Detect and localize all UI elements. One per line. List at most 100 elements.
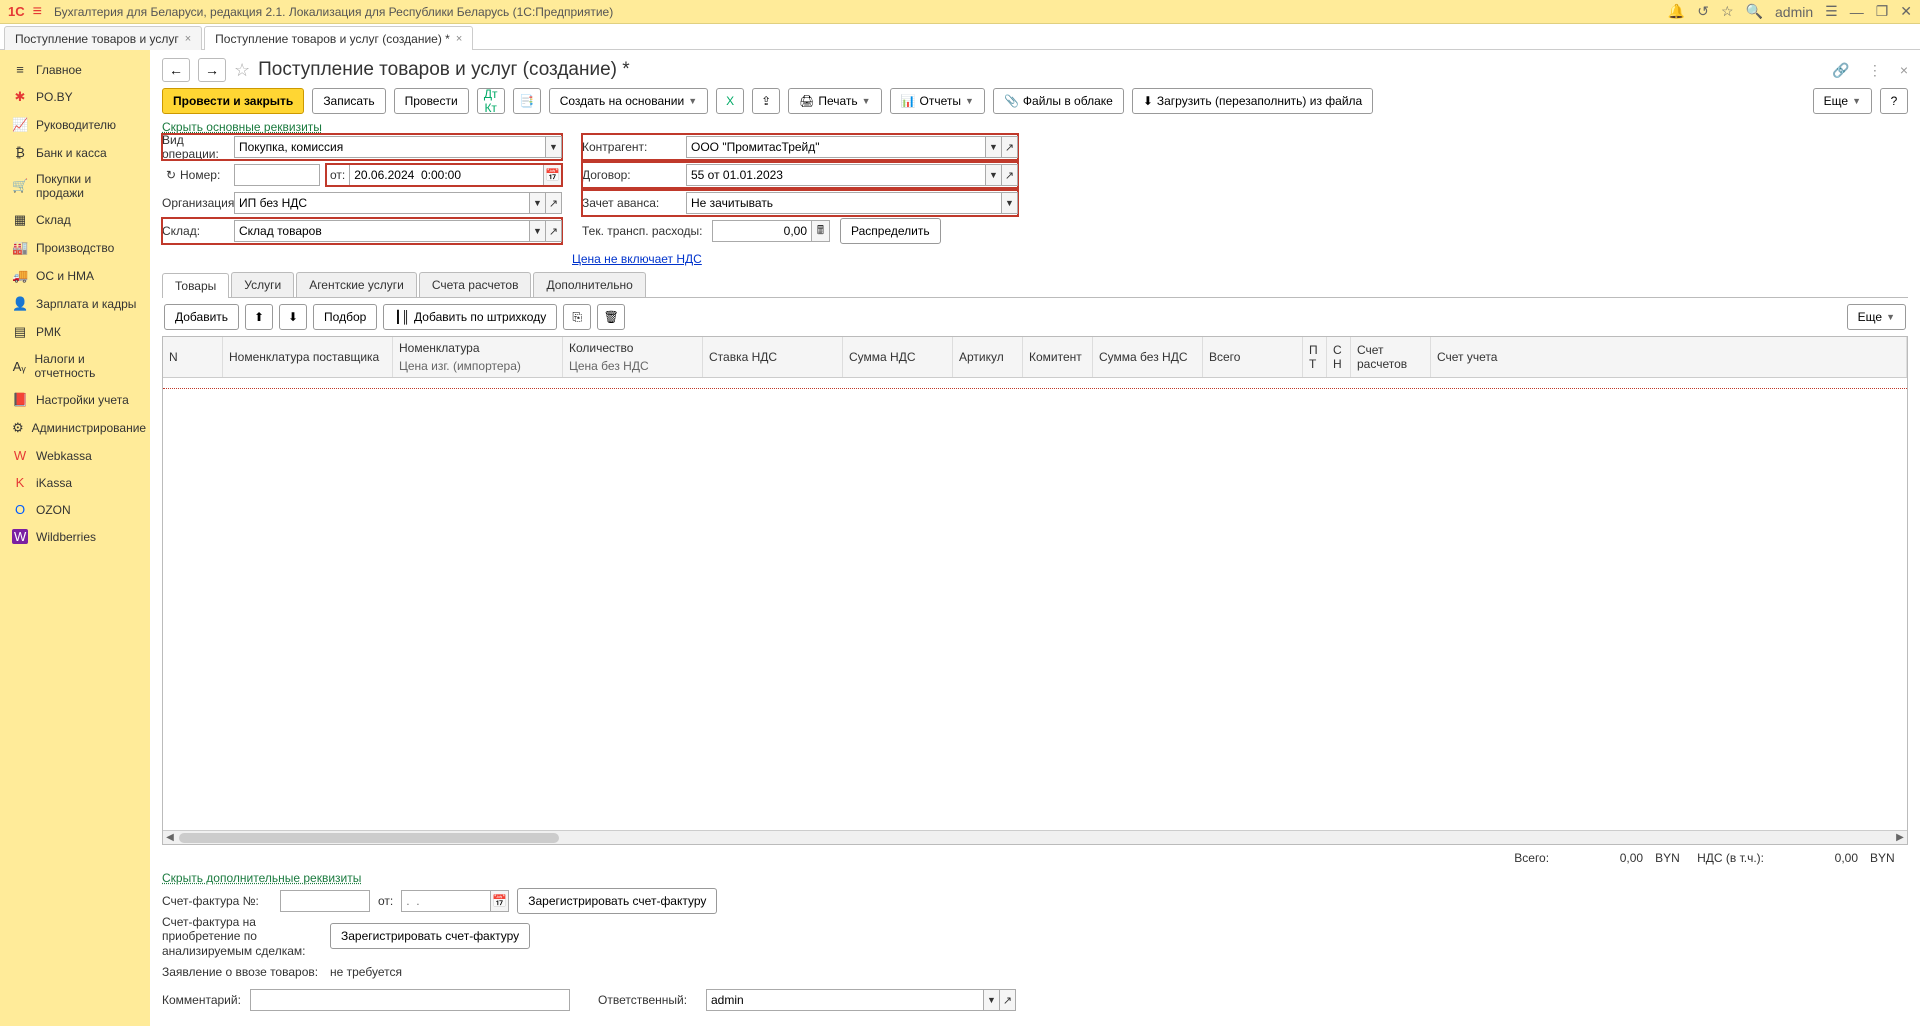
comment-input[interactable] [250,989,570,1011]
create-based-button[interactable]: Создать на основании▼ [549,88,708,114]
refresh-icon[interactable]: ↻ [162,168,180,182]
post-and-close-button[interactable]: Провести и закрыть [162,88,304,114]
col-committent[interactable]: Комитент [1023,337,1093,377]
help-button[interactable]: ? [1880,88,1908,114]
hide-extra-link[interactable]: Скрыть дополнительные реквизиты [162,871,1908,885]
scroll-right-icon[interactable]: ▶ [1893,831,1907,845]
dropdown-icon[interactable]: ▼ [546,136,562,158]
print-button[interactable]: 🖨Печать▼ [788,88,881,114]
tab-additional[interactable]: Дополнительно [533,272,645,297]
col-nom[interactable]: НоменклатураЦена изг. (импортера) [393,337,563,377]
col-total[interactable]: Всего [1203,337,1303,377]
insert-icon[interactable]: ⎘ [563,304,591,330]
sidebar-item-main[interactable]: ≡Главное [0,56,150,83]
sidebar-item-poby[interactable]: ✱PO.BY [0,83,150,111]
add-barcode-button[interactable]: ┃║ Добавить по штрихкоду [383,304,557,330]
col-vat-rate[interactable]: Ставка НДС [703,337,843,377]
dropdown-icon[interactable]: ▼ [986,164,1002,186]
hide-main-link[interactable]: Скрыть основные реквизиты [162,120,1908,134]
add-row-button[interactable]: Добавить [164,304,239,330]
dropdown-icon[interactable]: ▼ [530,192,546,214]
history-icon[interactable]: ↺ [1697,3,1709,20]
col-sn[interactable]: С Н [1327,337,1351,377]
date-input[interactable] [349,164,544,186]
transport-input[interactable] [712,220,812,242]
bell-icon[interactable]: 🔔 [1668,3,1685,20]
more-button[interactable]: Еще▼ [1813,88,1872,114]
delete-icon[interactable]: 🗑 [597,304,625,330]
link-icon[interactable]: 🔗 [1832,62,1849,79]
load-file-button[interactable]: ⬇Загрузить (перезаполнить) из файла [1132,88,1373,114]
calendar-icon[interactable]: 📅 [491,890,509,912]
invoice-no-input[interactable] [280,890,370,912]
open-icon[interactable]: ↗ [1002,164,1018,186]
minimize-icon[interactable]: — [1850,4,1864,20]
warehouse-input[interactable] [234,220,530,242]
reports-button[interactable]: 📊Отчеты▼ [890,88,985,114]
sidebar-item-production[interactable]: 🏭Производство [0,234,150,262]
col-supplier-nom[interactable]: Номенклатура поставщика [223,337,393,377]
tab-services[interactable]: Услуги [231,272,294,297]
tab-item[interactable]: Поступление товаров и услуг (создание) *… [204,26,473,50]
tab-agent[interactable]: Агентские услуги [296,272,417,297]
sidebar-item-manager[interactable]: 📈Руководителю [0,111,150,139]
tab-accounts[interactable]: Счета расчетов [419,272,532,297]
close-icon[interactable]: × [185,33,191,45]
pick-button[interactable]: Подбор [313,304,377,330]
sidebar-item-bank[interactable]: ₿Банк и касса [0,139,150,166]
close-icon[interactable]: × [456,33,462,45]
sidebar-item-ikassa[interactable]: KiKassa [0,469,150,496]
open-icon[interactable]: ↗ [1000,989,1016,1011]
distribute-button[interactable]: Распределить [840,218,941,244]
excel-icon[interactable]: X [716,88,744,114]
export-icon[interactable]: ⇪ [752,88,780,114]
sidebar-item-webkassa[interactable]: WWebkassa [0,442,150,469]
h-scrollbar[interactable]: ◀ ▶ [163,830,1907,844]
close-icon[interactable]: × [1900,62,1908,78]
copy-doc-icon[interactable]: 📑 [513,88,541,114]
sidebar-item-rmk[interactable]: ▤РМК [0,318,150,346]
counterparty-input[interactable] [686,136,986,158]
tab-goods[interactable]: Товары [162,273,229,298]
sidebar-item-settings[interactable]: 📕Настройки учета [0,386,150,414]
sidebar-item-salary[interactable]: 👤Зарплата и кадры [0,290,150,318]
col-n[interactable]: N [163,337,223,377]
sidebar-item-wildberries[interactable]: WWildberries [0,523,150,550]
col-sum-no-vat[interactable]: Сумма без НДС [1093,337,1203,377]
sidebar-item-tax[interactable]: AᵧНалоги и отчетность [0,346,150,386]
table-more-button[interactable]: Еще▼ [1847,304,1906,330]
user-label[interactable]: admin [1775,4,1813,20]
col-acct[interactable]: Счет расчетов [1351,337,1431,377]
invoice-date-input[interactable] [401,890,491,912]
col-vat-sum[interactable]: Сумма НДС [843,337,953,377]
dropdown-icon[interactable]: ▼ [984,989,1000,1011]
advance-input[interactable] [686,192,1002,214]
dropdown-icon[interactable]: ▼ [1002,192,1018,214]
dtct-icon[interactable]: ДтКт [477,88,505,114]
sidebar-item-warehouse[interactable]: ▦Склад [0,206,150,234]
menu-icon[interactable]: ☰ [1825,3,1838,20]
open-icon[interactable]: ↗ [546,192,562,214]
op-type-input[interactable] [234,136,546,158]
move-up-button[interactable]: ⬆ [245,304,273,330]
nav-back-button[interactable]: ← [162,58,190,82]
close-window-icon[interactable]: ✕ [1900,3,1912,20]
favorite-icon[interactable]: ☆ [234,60,250,81]
post-button[interactable]: Провести [394,88,469,114]
star-icon[interactable]: ☆ [1721,3,1734,20]
tab-item[interactable]: Поступление товаров и услуг × [4,26,202,50]
sidebar-item-sales[interactable]: 🛒Покупки и продажи [0,166,150,206]
restore-icon[interactable]: ❐ [1876,3,1889,20]
calc-icon[interactable]: 🖩 [812,220,830,242]
col-acct2[interactable]: Счет учета [1431,337,1907,377]
more-icon[interactable]: ⋮ [1868,62,1882,79]
files-cloud-button[interactable]: 📎Файлы в облаке [993,88,1124,114]
scroll-left-icon[interactable]: ◀ [163,831,177,845]
move-down-button[interactable]: ⬇ [279,304,307,330]
nav-forward-button[interactable]: → [198,58,226,82]
save-button[interactable]: Записать [312,88,385,114]
contract-input[interactable] [686,164,986,186]
grid-body[interactable] [163,378,1907,830]
sidebar-item-assets[interactable]: 🚚ОС и НМА [0,262,150,290]
col-qty[interactable]: КоличествоЦена без НДС [563,337,703,377]
